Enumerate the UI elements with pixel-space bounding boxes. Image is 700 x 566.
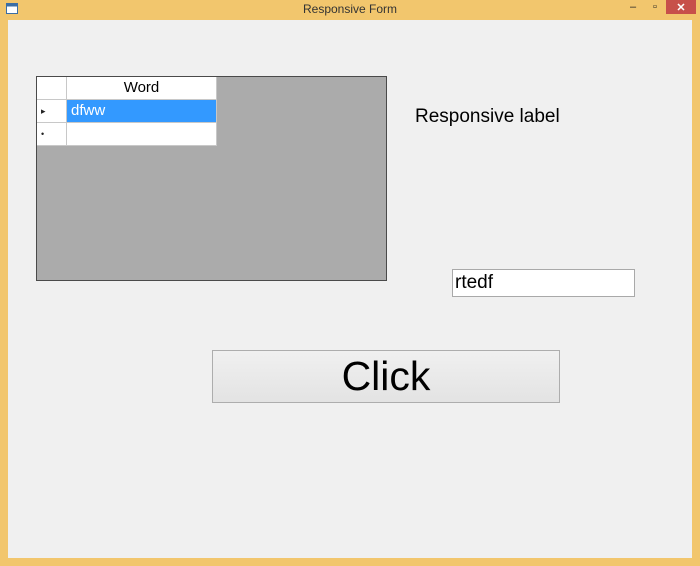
grid-cell-new-row[interactable] [67, 123, 217, 146]
window-title: Responsive Form [302, 2, 398, 16]
column-header-word[interactable]: Word [67, 77, 217, 100]
row-header-new-icon[interactable]: • [37, 123, 67, 146]
grid-cell-word[interactable]: dfww [67, 100, 217, 123]
grid-corner-header[interactable] [37, 77, 67, 100]
click-button[interactable]: Click [212, 350, 560, 403]
minimize-button[interactable]: – [622, 0, 644, 14]
responsive-label: Responsive label [415, 106, 560, 127]
data-grid-view[interactable]: Word ▸ dfww • [36, 76, 387, 281]
app-window: Responsive Form – ▫ ✕ Word ▸ dfww • Resp… [0, 0, 700, 566]
row-header-current-icon[interactable]: ▸ [37, 100, 67, 123]
maximize-button[interactable]: ▫ [644, 0, 666, 14]
close-button[interactable]: ✕ [666, 0, 696, 14]
title-bar[interactable]: Responsive Form – ▫ ✕ [0, 0, 700, 18]
text-input[interactable] [452, 269, 635, 297]
form-client-area: Word ▸ dfww • Responsive label Click [8, 20, 692, 558]
